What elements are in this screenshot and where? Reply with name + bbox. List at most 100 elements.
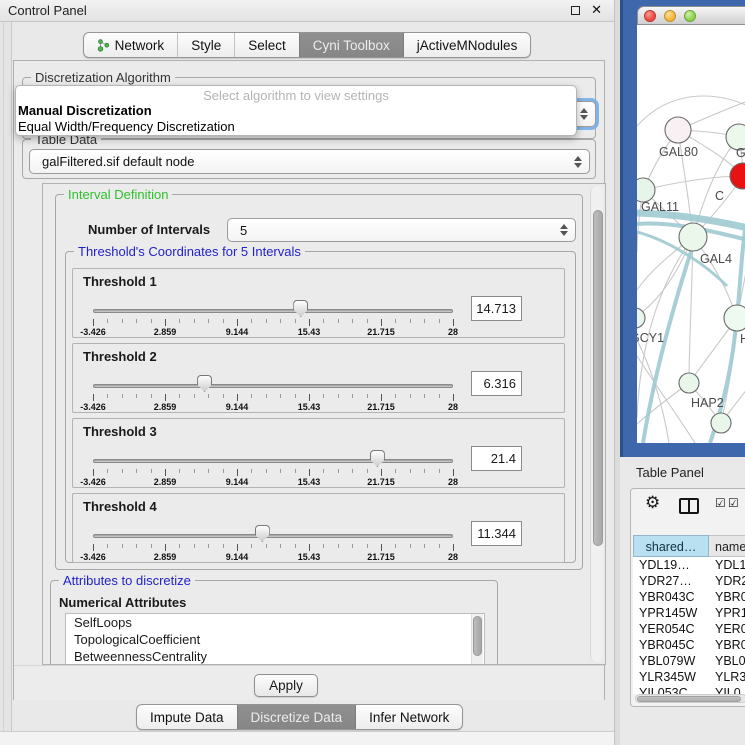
table-row[interactable]: YBR043CYBR0 bbox=[633, 589, 745, 605]
tab-discretize-data[interactable]: Discretize Data bbox=[237, 705, 356, 729]
tick-mark bbox=[251, 469, 252, 473]
control-panel-titlebar: Control Panel ✕ bbox=[0, 0, 614, 22]
scrollbar-thumb[interactable] bbox=[637, 696, 741, 702]
attribute-item-betweennesscentrality[interactable]: BetweennessCentrality bbox=[66, 648, 484, 665]
column-header-name[interactable]: name bbox=[709, 535, 745, 557]
tick-mark bbox=[179, 394, 180, 398]
tick-mark bbox=[194, 544, 195, 548]
threshold-slider[interactable]: -3.4262.8599.14415.4321.71528 bbox=[93, 446, 455, 486]
float-window-icon[interactable] bbox=[571, 6, 580, 15]
cell-shared-name: YDL19… bbox=[633, 557, 709, 573]
slider-thumb[interactable] bbox=[370, 450, 385, 467]
table-row[interactable]: YPR145WYPR1 bbox=[633, 605, 745, 621]
network-node-c[interactable] bbox=[730, 163, 745, 189]
table-row[interactable]: YER054CYER0 bbox=[633, 621, 745, 637]
tab-jactivemnodules[interactable]: jActiveMNodules bbox=[403, 33, 531, 57]
tick-mark bbox=[223, 319, 224, 323]
cell-name: YER0 bbox=[709, 621, 745, 637]
table-panel-card: ⚙ ☑ ☑ shared… name YDL19…YDL1YDR27…YDR2Y… bbox=[630, 488, 745, 707]
minimize-traffic-light-icon[interactable] bbox=[664, 10, 676, 22]
table-row[interactable]: YIL053CYIL0 bbox=[633, 685, 745, 694]
tab-select[interactable]: Select bbox=[234, 33, 299, 57]
tick-mark bbox=[338, 394, 339, 398]
table-data-combobox[interactable]: galFiltered.sif default node bbox=[29, 149, 590, 174]
tick-label: 28 bbox=[448, 477, 458, 487]
threshold-value[interactable]: 21.4 bbox=[471, 446, 522, 471]
threshold-value[interactable]: 14.713 bbox=[471, 296, 522, 321]
threshold-label: Threshold 4 bbox=[83, 499, 157, 514]
gear-icon[interactable]: ⚙ bbox=[645, 493, 660, 513]
tick-label: 21.715 bbox=[367, 552, 395, 562]
network-node-h[interactable] bbox=[724, 305, 745, 331]
tab-infer-network[interactable]: Infer Network bbox=[355, 705, 462, 729]
network-node-unlabeled[interactable] bbox=[711, 413, 731, 433]
tick-mark bbox=[439, 394, 440, 398]
tick-mark bbox=[338, 319, 339, 323]
threshold-label: Threshold 1 bbox=[83, 274, 157, 289]
tick-label: 9.144 bbox=[226, 477, 249, 487]
tick-mark bbox=[439, 319, 440, 323]
node-label: G bbox=[736, 146, 745, 160]
algorithm-option-manual-discretization[interactable]: Manual Discretization bbox=[16, 103, 576, 119]
tick-mark bbox=[107, 469, 108, 473]
tick-mark bbox=[323, 469, 324, 473]
zoom-traffic-light-icon[interactable] bbox=[684, 10, 696, 22]
table-row[interactable]: YDL19…YDL1 bbox=[633, 557, 745, 573]
tick-mark bbox=[223, 469, 224, 473]
tick-mark bbox=[424, 469, 425, 473]
close-icon[interactable]: ✕ bbox=[591, 2, 602, 18]
tick-mark bbox=[208, 469, 209, 473]
split-view-icon[interactable] bbox=[679, 498, 699, 514]
checkbox-icon[interactable]: ☑ bbox=[728, 496, 739, 510]
slider-thumb[interactable] bbox=[197, 375, 212, 392]
number-of-intervals-combobox[interactable]: 5 bbox=[227, 218, 576, 242]
tick-mark bbox=[237, 469, 238, 476]
cell-shared-name: YBR045C bbox=[633, 637, 709, 653]
network-node-gal80[interactable] bbox=[665, 117, 691, 143]
apply-button[interactable]: Apply bbox=[254, 674, 318, 697]
slider-track bbox=[93, 384, 453, 388]
cell-name: YBR0 bbox=[709, 637, 745, 653]
tick-mark bbox=[381, 394, 382, 401]
table-row[interactable]: YBL079WYBL0 bbox=[633, 653, 745, 669]
table-row[interactable]: YLR345WYLR3 bbox=[633, 669, 745, 685]
interval-definition-group: Interval Definition Number of Intervals … bbox=[55, 194, 583, 570]
cell-shared-name: YIL053C bbox=[633, 685, 709, 694]
tab-impute-data[interactable]: Impute Data bbox=[137, 705, 237, 729]
tab-cyni-toolbox[interactable]: Cyni Toolbox bbox=[299, 33, 403, 57]
tick-mark bbox=[122, 319, 123, 323]
numerical-attributes-list[interactable]: SelfLoopsTopologicalCoefficientBetweenne… bbox=[65, 613, 485, 665]
scrollbar-thumb[interactable] bbox=[473, 616, 482, 656]
slider-thumb[interactable] bbox=[293, 300, 308, 317]
threshold-slider[interactable]: -3.4262.8599.14415.4321.71528 bbox=[93, 371, 455, 411]
algorithm-option-equal-width-frequency-discretization[interactable]: Equal Width/Frequency Discretization bbox=[16, 119, 576, 135]
table-row[interactable]: YDR27…YDR2 bbox=[633, 573, 745, 589]
slider-thumb[interactable] bbox=[255, 525, 270, 542]
node-label: H bbox=[740, 332, 745, 346]
algorithm-dropdown-popup: Select algorithm to view settings Manual… bbox=[15, 85, 577, 136]
cyni-toolbox-panel: Discretization Algorithm Select algorith… bbox=[13, 60, 605, 700]
network-window-titlebar[interactable] bbox=[637, 6, 745, 25]
scrollbar-thumb[interactable] bbox=[593, 210, 603, 546]
threshold-value[interactable]: 6.316 bbox=[471, 371, 522, 396]
tick-mark bbox=[151, 469, 152, 473]
close-traffic-light-icon[interactable] bbox=[644, 10, 656, 22]
tick-label: 21.715 bbox=[367, 477, 395, 487]
tick-mark bbox=[151, 319, 152, 323]
threshold-slider[interactable]: -3.4262.8599.14415.4321.71528 bbox=[93, 521, 455, 561]
network-node-gal11[interactable] bbox=[637, 178, 655, 202]
tab-style[interactable]: Style bbox=[177, 33, 234, 57]
column-header-shared-name[interactable]: shared… bbox=[633, 535, 709, 557]
node-label: GCY1 bbox=[637, 331, 664, 345]
tab-network[interactable]: Network bbox=[84, 33, 178, 57]
attribute-item-topologicalcoefficient[interactable]: TopologicalCoefficient bbox=[66, 631, 484, 648]
table-row[interactable]: YBR045CYBR0 bbox=[633, 637, 745, 653]
tick-mark bbox=[381, 319, 382, 326]
network-view[interactable]: GAL80GCGAL11GAL4GCY1HHAP2 bbox=[637, 25, 745, 443]
network-node-gal4[interactable] bbox=[679, 223, 707, 251]
checkbox-icon[interactable]: ☑ bbox=[715, 496, 726, 510]
attribute-item-selfloops[interactable]: SelfLoops bbox=[66, 614, 484, 631]
network-node-hap2[interactable] bbox=[679, 373, 699, 393]
threshold-slider[interactable]: -3.4262.8599.14415.4321.71528 bbox=[93, 296, 455, 336]
threshold-value[interactable]: 11.344 bbox=[471, 521, 522, 546]
